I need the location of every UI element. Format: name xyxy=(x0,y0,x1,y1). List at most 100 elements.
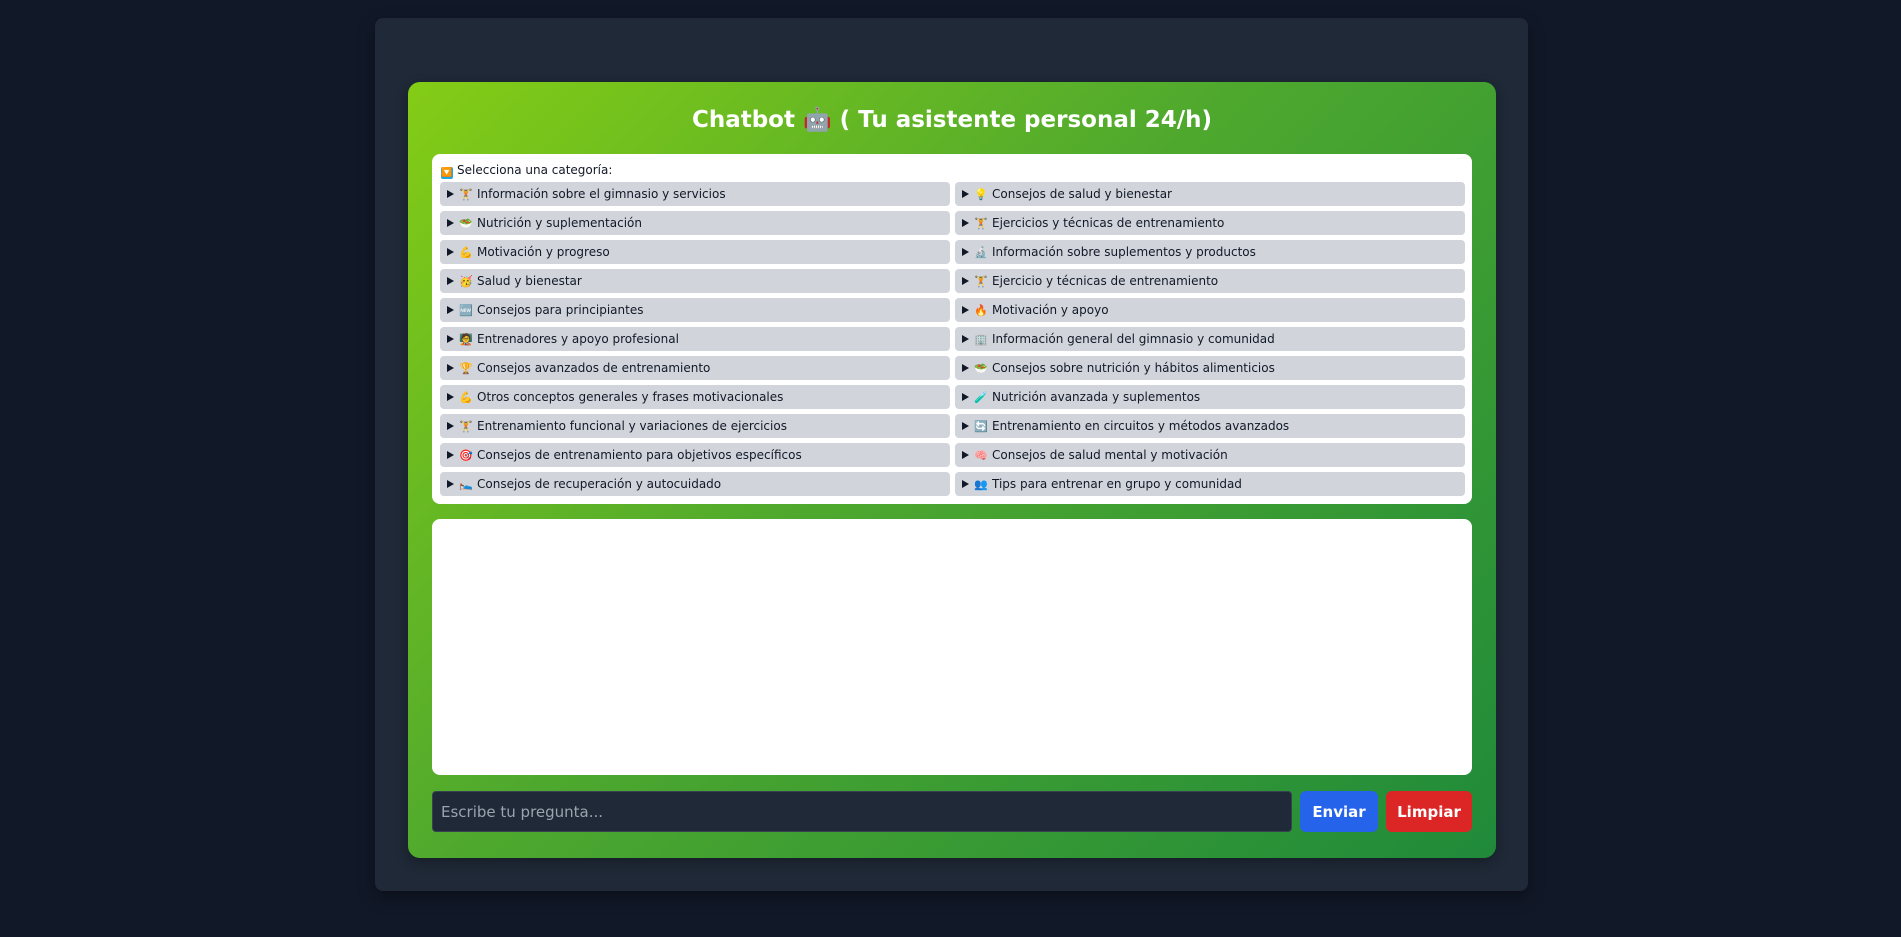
category-item-label: Consejos de salud mental y motivación xyxy=(992,448,1228,462)
chatbot-title: Chatbot 🤖 ( Tu asistente personal 24/h) xyxy=(691,107,1213,133)
category-emoji-icon: 💪 xyxy=(459,391,473,404)
category-emoji-icon: 🎯 xyxy=(459,449,473,462)
category-item[interactable]: 💪 Otros conceptos generales y frases moti… xyxy=(440,385,950,409)
category-emoji-icon: 🧑‍🏫 xyxy=(459,333,473,346)
disclosure-triangle-icon xyxy=(962,277,969,285)
category-item-label: Otros conceptos generales y frases motiv… xyxy=(477,390,784,404)
disclosure-triangle-icon xyxy=(447,190,454,198)
category-emoji-icon: 🔄 xyxy=(974,420,988,433)
clear-button[interactable]: Limpiar xyxy=(1386,791,1472,832)
disclosure-triangle-icon xyxy=(962,364,969,372)
category-item-label: Ejercicio y técnicas de entrenamiento xyxy=(992,274,1219,288)
category-item[interactable]: 🏋️ Ejercicio y técnicas de entrenamiento xyxy=(955,269,1465,293)
disclosure-triangle-icon xyxy=(447,364,454,372)
outer-panel: Chatbot 🤖 ( Tu asistente personal 24/h) … xyxy=(375,18,1528,891)
category-emoji-icon: 💡 xyxy=(974,188,988,201)
category-item[interactable]: 🥗 Nutrición y suplementación xyxy=(440,211,950,235)
category-item-label: Consejos avanzados de entrenamiento xyxy=(477,361,711,375)
category-item[interactable]: 🆕 Consejos para principiantes xyxy=(440,298,950,322)
category-item[interactable]: 🥳 Salud y bienestar xyxy=(440,269,950,293)
category-select-label: 🔽 Selecciona una categoría: xyxy=(441,162,612,179)
categories-panel: 🔽 Selecciona una categoría: 🏋️ Información… xyxy=(432,154,1472,504)
input-row: Enviar Limpiar xyxy=(432,791,1472,832)
category-emoji-icon: 🏢 xyxy=(974,333,988,346)
category-item[interactable]: 🔥 Motivación y apoyo xyxy=(955,298,1465,322)
disclosure-triangle-icon xyxy=(962,335,969,343)
category-item[interactable]: 🎯 Consejos de entrenamiento para objetivo… xyxy=(440,443,950,467)
category-item-label: Información sobre el gimnasio y servicio… xyxy=(477,187,726,201)
category-item-label: Tips para entrenar en grupo y comunidad xyxy=(992,477,1242,491)
category-item-label: Consejos de salud y bienestar xyxy=(992,187,1172,201)
disclosure-triangle-icon xyxy=(447,335,454,343)
category-item-label: Información sobre suplementos y producto… xyxy=(992,245,1256,259)
category-item-label: Nutrición avanzada y suplementos xyxy=(992,390,1201,404)
question-input[interactable] xyxy=(432,791,1292,832)
category-emoji-icon: 🏋️ xyxy=(459,420,473,433)
category-item[interactable]: 🧑‍🏫 Entrenadores y apoyo profesional xyxy=(440,327,950,351)
category-emoji-icon: 🆕 xyxy=(459,304,473,317)
send-button[interactable]: Enviar xyxy=(1300,791,1378,832)
category-item-label: Consejos para principiantes xyxy=(477,303,644,317)
disclosure-triangle-icon xyxy=(447,480,454,488)
category-grid: 🏋️ Información sobre el gimnasio y servic… xyxy=(440,182,1465,496)
category-emoji-icon: 🔥 xyxy=(974,304,988,317)
disclosure-triangle-icon xyxy=(962,248,969,256)
category-item-label: Salud y bienestar xyxy=(477,274,582,288)
category-item-label: Entrenamiento funcional y variaciones de… xyxy=(477,419,787,433)
disclosure-triangle-icon xyxy=(447,451,454,459)
category-item-label: Información general del gimnasio y comun… xyxy=(992,332,1275,346)
category-item[interactable]: 🧠 Consejos de salud mental y motivación xyxy=(955,443,1465,467)
disclosure-triangle-icon xyxy=(962,451,969,459)
category-item-label: Consejos de entrenamiento para objetivos… xyxy=(477,448,802,462)
category-item[interactable]: 💡 Consejos de salud y bienestar xyxy=(955,182,1465,206)
disclosure-triangle-icon xyxy=(962,422,969,430)
category-item[interactable]: 🏋️ Entrenamiento funcional y variaciones … xyxy=(440,414,950,438)
category-item[interactable]: 🏋️ Información sobre el gimnasio y servic… xyxy=(440,182,950,206)
category-heading-text: Selecciona una categoría: xyxy=(457,163,613,177)
category-item-label: Entrenamiento en circuitos y métodos ava… xyxy=(992,419,1290,433)
category-emoji-icon: 🧠 xyxy=(974,449,988,462)
category-item[interactable]: 🧪 Nutrición avanzada y suplementos xyxy=(955,385,1465,409)
category-item-label: Entrenadores y apoyo profesional xyxy=(477,332,679,346)
disclosure-triangle-icon xyxy=(962,190,969,198)
category-emoji-icon: 🏆 xyxy=(459,362,473,375)
category-item[interactable]: 🔄 Entrenamiento en circuitos y métodos av… xyxy=(955,414,1465,438)
category-item[interactable]: 🏋️ Ejercicios y técnicas de entrenamiento xyxy=(955,211,1465,235)
category-emoji-icon: 🥗 xyxy=(974,362,988,375)
category-item[interactable]: 💪 Motivación y progreso xyxy=(440,240,950,264)
category-item[interactable]: 🔬 Información sobre suplementos y product… xyxy=(955,240,1465,264)
disclosure-triangle-icon xyxy=(962,480,969,488)
category-item-label: Consejos sobre nutrición y hábitos alime… xyxy=(992,361,1275,375)
category-emoji-icon: 🥗 xyxy=(459,217,473,230)
category-item-label: Motivación y apoyo xyxy=(992,303,1109,317)
category-emoji-icon: 🧪 xyxy=(974,391,988,404)
category-emoji-icon: 🥳 xyxy=(459,275,473,288)
category-emoji-icon: 🏋️ xyxy=(459,188,473,201)
disclosure-triangle-icon xyxy=(447,248,454,256)
category-emoji-icon: 💪 xyxy=(459,246,473,259)
category-item[interactable]: 🛌 Consejos de recuperación y autocuidado xyxy=(440,472,950,496)
disclosure-triangle-icon xyxy=(447,277,454,285)
chat-messages-area[interactable] xyxy=(432,519,1472,775)
disclosure-triangle-icon xyxy=(962,306,969,314)
disclosure-triangle-icon xyxy=(447,422,454,430)
category-emoji-icon: 🏋️ xyxy=(974,275,988,288)
disclosure-triangle-icon xyxy=(962,393,969,401)
chatbot-card: Chatbot 🤖 ( Tu asistente personal 24/h) … xyxy=(408,82,1496,858)
disclosure-triangle-icon xyxy=(447,219,454,227)
category-emoji-icon: 🔬 xyxy=(974,246,988,259)
category-item-label: Ejercicios y técnicas de entrenamiento xyxy=(992,216,1225,230)
category-item[interactable]: 🏢 Información general del gimnasio y comu… xyxy=(955,327,1465,351)
category-emoji-icon: 👥 xyxy=(974,478,988,491)
category-item-label: Nutrición y suplementación xyxy=(477,216,642,230)
category-item-label: Consejos de recuperación y autocuidado xyxy=(477,477,722,491)
category-item-label: Motivación y progreso xyxy=(477,245,610,259)
disclosure-triangle-icon xyxy=(447,393,454,401)
category-item[interactable]: 🥗 Consejos sobre nutrición y hábitos alim… xyxy=(955,356,1465,380)
page: Chatbot 🤖 ( Tu asistente personal 24/h) … xyxy=(0,0,1901,937)
disclosure-triangle-icon xyxy=(447,306,454,314)
category-item[interactable]: 👥 Tips para entrenar en grupo y comunidad xyxy=(955,472,1465,496)
disclosure-triangle-icon xyxy=(962,219,969,227)
category-emoji-icon: 🛌 xyxy=(459,478,473,491)
category-item[interactable]: 🏆 Consejos avanzados de entrenamiento xyxy=(440,356,950,380)
